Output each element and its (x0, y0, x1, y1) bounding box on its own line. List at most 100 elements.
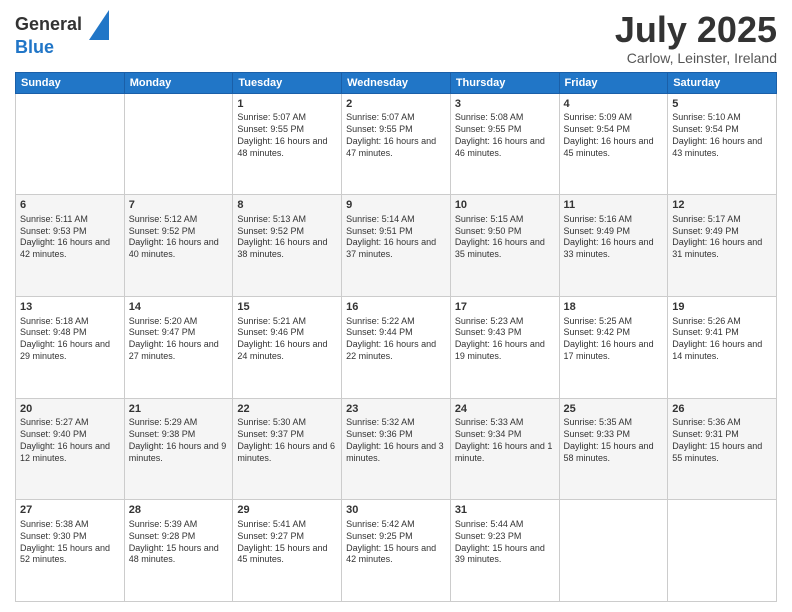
day-cell: 13Sunrise: 5:18 AM Sunset: 9:48 PM Dayli… (16, 296, 125, 398)
week-row-1: 1Sunrise: 5:07 AM Sunset: 9:55 PM Daylig… (16, 93, 777, 195)
day-info: Sunrise: 5:20 AM Sunset: 9:47 PM Dayligh… (129, 316, 229, 363)
week-row-3: 13Sunrise: 5:18 AM Sunset: 9:48 PM Dayli… (16, 296, 777, 398)
day-info: Sunrise: 5:30 AM Sunset: 9:37 PM Dayligh… (237, 417, 337, 464)
day-info: Sunrise: 5:23 AM Sunset: 9:43 PM Dayligh… (455, 316, 555, 363)
calendar-page: General Blue July 2025 Carlow, Leinster,… (0, 0, 792, 612)
weekday-header-friday: Friday (559, 72, 668, 93)
day-cell (668, 500, 777, 602)
day-info: Sunrise: 5:42 AM Sunset: 9:25 PM Dayligh… (346, 519, 446, 566)
day-cell: 9Sunrise: 5:14 AM Sunset: 9:51 PM Daylig… (342, 195, 451, 297)
day-info: Sunrise: 5:25 AM Sunset: 9:42 PM Dayligh… (564, 316, 664, 363)
day-number: 11 (564, 198, 664, 213)
title-block: July 2025 Carlow, Leinster, Ireland (615, 10, 777, 66)
day-cell: 10Sunrise: 5:15 AM Sunset: 9:50 PM Dayli… (450, 195, 559, 297)
weekday-header-row: SundayMondayTuesdayWednesdayThursdayFrid… (16, 72, 777, 93)
day-number: 14 (129, 300, 229, 315)
weekday-header-sunday: Sunday (16, 72, 125, 93)
day-number: 31 (455, 503, 555, 518)
day-cell: 19Sunrise: 5:26 AM Sunset: 9:41 PM Dayli… (668, 296, 777, 398)
day-info: Sunrise: 5:07 AM Sunset: 9:55 PM Dayligh… (237, 112, 337, 159)
day-info: Sunrise: 5:33 AM Sunset: 9:34 PM Dayligh… (455, 417, 555, 464)
day-info: Sunrise: 5:26 AM Sunset: 9:41 PM Dayligh… (672, 316, 772, 363)
day-cell: 29Sunrise: 5:41 AM Sunset: 9:27 PM Dayli… (233, 500, 342, 602)
day-cell: 8Sunrise: 5:13 AM Sunset: 9:52 PM Daylig… (233, 195, 342, 297)
day-number: 20 (20, 402, 120, 417)
day-info: Sunrise: 5:22 AM Sunset: 9:44 PM Dayligh… (346, 316, 446, 363)
day-number: 12 (672, 198, 772, 213)
day-info: Sunrise: 5:36 AM Sunset: 9:31 PM Dayligh… (672, 417, 772, 464)
logo: General Blue (15, 10, 109, 58)
logo-blue: Blue (15, 37, 109, 58)
day-cell: 23Sunrise: 5:32 AM Sunset: 9:36 PM Dayli… (342, 398, 451, 500)
day-cell: 21Sunrise: 5:29 AM Sunset: 9:38 PM Dayli… (124, 398, 233, 500)
day-cell (559, 500, 668, 602)
day-number: 25 (564, 402, 664, 417)
weekday-header-tuesday: Tuesday (233, 72, 342, 93)
day-cell (16, 93, 125, 195)
day-info: Sunrise: 5:32 AM Sunset: 9:36 PM Dayligh… (346, 417, 446, 464)
week-row-5: 27Sunrise: 5:38 AM Sunset: 9:30 PM Dayli… (16, 500, 777, 602)
day-number: 6 (20, 198, 120, 213)
day-cell: 7Sunrise: 5:12 AM Sunset: 9:52 PM Daylig… (124, 195, 233, 297)
calendar-table: SundayMondayTuesdayWednesdayThursdayFrid… (15, 72, 777, 602)
day-number: 29 (237, 503, 337, 518)
day-number: 4 (564, 97, 664, 112)
day-cell: 26Sunrise: 5:36 AM Sunset: 9:31 PM Dayli… (668, 398, 777, 500)
day-info: Sunrise: 5:11 AM Sunset: 9:53 PM Dayligh… (20, 214, 120, 261)
day-number: 15 (237, 300, 337, 315)
day-cell: 4Sunrise: 5:09 AM Sunset: 9:54 PM Daylig… (559, 93, 668, 195)
weekday-header-wednesday: Wednesday (342, 72, 451, 93)
day-info: Sunrise: 5:29 AM Sunset: 9:38 PM Dayligh… (129, 417, 229, 464)
day-number: 21 (129, 402, 229, 417)
day-cell: 22Sunrise: 5:30 AM Sunset: 9:37 PM Dayli… (233, 398, 342, 500)
day-info: Sunrise: 5:09 AM Sunset: 9:54 PM Dayligh… (564, 112, 664, 159)
day-cell (124, 93, 233, 195)
day-number: 13 (20, 300, 120, 315)
weekday-header-thursday: Thursday (450, 72, 559, 93)
day-cell: 15Sunrise: 5:21 AM Sunset: 9:46 PM Dayli… (233, 296, 342, 398)
day-number: 23 (346, 402, 446, 417)
day-cell: 6Sunrise: 5:11 AM Sunset: 9:53 PM Daylig… (16, 195, 125, 297)
day-cell: 3Sunrise: 5:08 AM Sunset: 9:55 PM Daylig… (450, 93, 559, 195)
day-info: Sunrise: 5:14 AM Sunset: 9:51 PM Dayligh… (346, 214, 446, 261)
day-info: Sunrise: 5:15 AM Sunset: 9:50 PM Dayligh… (455, 214, 555, 261)
day-number: 3 (455, 97, 555, 112)
day-cell: 12Sunrise: 5:17 AM Sunset: 9:49 PM Dayli… (668, 195, 777, 297)
day-number: 24 (455, 402, 555, 417)
day-cell: 30Sunrise: 5:42 AM Sunset: 9:25 PM Dayli… (342, 500, 451, 602)
day-cell: 25Sunrise: 5:35 AM Sunset: 9:33 PM Dayli… (559, 398, 668, 500)
day-number: 19 (672, 300, 772, 315)
day-number: 8 (237, 198, 337, 213)
day-info: Sunrise: 5:41 AM Sunset: 9:27 PM Dayligh… (237, 519, 337, 566)
day-info: Sunrise: 5:17 AM Sunset: 9:49 PM Dayligh… (672, 214, 772, 261)
logo-general: General (15, 14, 82, 34)
day-cell: 11Sunrise: 5:16 AM Sunset: 9:49 PM Dayli… (559, 195, 668, 297)
day-info: Sunrise: 5:18 AM Sunset: 9:48 PM Dayligh… (20, 316, 120, 363)
day-cell: 1Sunrise: 5:07 AM Sunset: 9:55 PM Daylig… (233, 93, 342, 195)
location: Carlow, Leinster, Ireland (615, 50, 777, 66)
day-cell: 2Sunrise: 5:07 AM Sunset: 9:55 PM Daylig… (342, 93, 451, 195)
weekday-header-saturday: Saturday (668, 72, 777, 93)
day-info: Sunrise: 5:39 AM Sunset: 9:28 PM Dayligh… (129, 519, 229, 566)
day-info: Sunrise: 5:35 AM Sunset: 9:33 PM Dayligh… (564, 417, 664, 464)
header: General Blue July 2025 Carlow, Leinster,… (15, 10, 777, 66)
day-info: Sunrise: 5:13 AM Sunset: 9:52 PM Dayligh… (237, 214, 337, 261)
week-row-4: 20Sunrise: 5:27 AM Sunset: 9:40 PM Dayli… (16, 398, 777, 500)
day-cell: 14Sunrise: 5:20 AM Sunset: 9:47 PM Dayli… (124, 296, 233, 398)
day-info: Sunrise: 5:07 AM Sunset: 9:55 PM Dayligh… (346, 112, 446, 159)
day-cell: 24Sunrise: 5:33 AM Sunset: 9:34 PM Dayli… (450, 398, 559, 500)
day-cell: 20Sunrise: 5:27 AM Sunset: 9:40 PM Dayli… (16, 398, 125, 500)
day-info: Sunrise: 5:44 AM Sunset: 9:23 PM Dayligh… (455, 519, 555, 566)
day-number: 2 (346, 97, 446, 112)
day-info: Sunrise: 5:12 AM Sunset: 9:52 PM Dayligh… (129, 214, 229, 261)
logo-icon (89, 10, 109, 40)
day-number: 7 (129, 198, 229, 213)
day-info: Sunrise: 5:10 AM Sunset: 9:54 PM Dayligh… (672, 112, 772, 159)
day-cell: 18Sunrise: 5:25 AM Sunset: 9:42 PM Dayli… (559, 296, 668, 398)
day-number: 30 (346, 503, 446, 518)
weekday-header-monday: Monday (124, 72, 233, 93)
day-number: 26 (672, 402, 772, 417)
day-info: Sunrise: 5:08 AM Sunset: 9:55 PM Dayligh… (455, 112, 555, 159)
day-number: 10 (455, 198, 555, 213)
day-info: Sunrise: 5:27 AM Sunset: 9:40 PM Dayligh… (20, 417, 120, 464)
